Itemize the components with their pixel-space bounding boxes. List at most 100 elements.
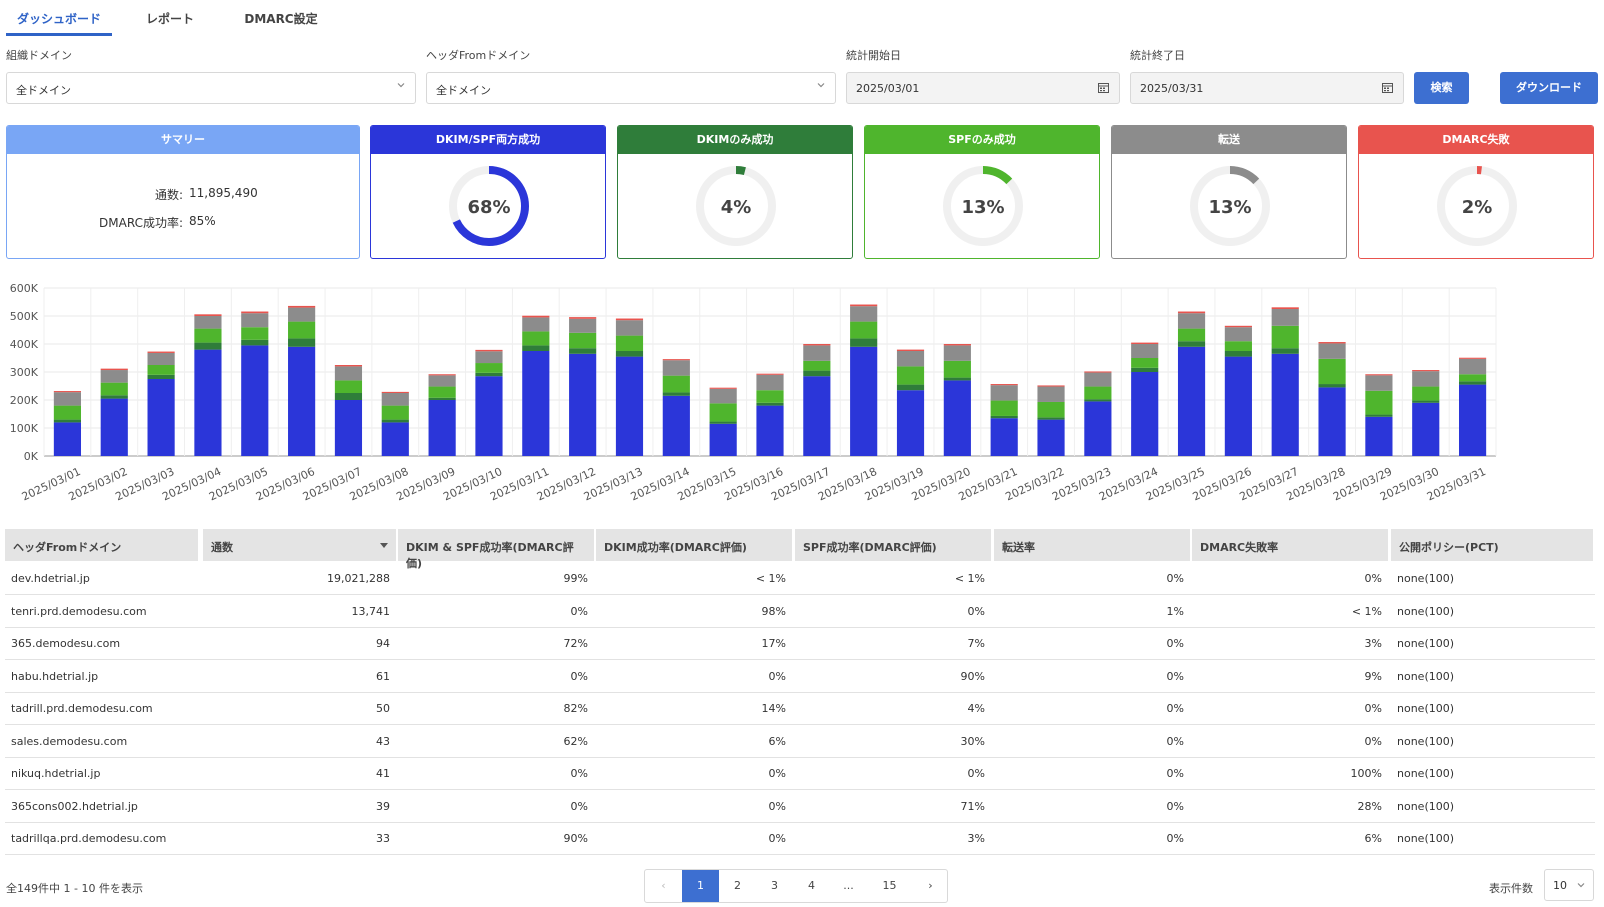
- org-domain-label: 組織ドメイン: [6, 49, 72, 62]
- bar-segment: [241, 339, 269, 346]
- y-tick-label: 500K: [10, 310, 39, 323]
- table-cell: 0%: [1166, 669, 1184, 683]
- bar-segment: [1271, 307, 1299, 309]
- bar-segment: [1412, 386, 1440, 401]
- table-row[interactable]: habu.hdetrial.jp 61 0% 0% 90% 0% 9% none(100): [5, 661, 1595, 693]
- bar-segment: [53, 391, 82, 393]
- prev-page-button[interactable]: ‹: [645, 870, 682, 902]
- table-cell: sales.demodesu.com: [11, 734, 128, 748]
- next-page-button[interactable]: ›: [912, 870, 949, 902]
- table-cell: 0%: [967, 604, 985, 618]
- bar-segment: [896, 351, 925, 367]
- end-date-input[interactable]: 2025/03/31: [1130, 72, 1404, 104]
- bar-segment: [241, 311, 269, 314]
- header-from-domain-select[interactable]: 全ドメイン: [426, 72, 836, 104]
- bar-segment: [1458, 374, 1487, 382]
- table-cell: < 1%: [954, 572, 985, 585]
- table-cell: 28%: [1357, 799, 1382, 813]
- table-cell: 72%: [563, 637, 588, 650]
- table-cell: 7%: [967, 637, 985, 650]
- table-row[interactable]: 365cons002.hdetrial.jp 39 0% 0% 71% 0% 28% none…: [5, 791, 1595, 823]
- column-header[interactable]: 通数: [203, 529, 396, 561]
- bar-segment: [1412, 371, 1440, 387]
- bar-segment: [428, 386, 456, 398]
- bar-segment: [1412, 370, 1440, 372]
- summary-count-value: 11,895,490: [189, 186, 258, 200]
- bar-segment: [1177, 346, 1206, 456]
- bar-segment: [990, 384, 1018, 386]
- bar-segment: [756, 390, 784, 403]
- bar-segment: [1224, 325, 1252, 328]
- search-button[interactable]: 検索: [1414, 72, 1469, 104]
- summary-rate-label: DMARC成功率:: [99, 216, 183, 230]
- table-cell: 3%: [1364, 637, 1382, 650]
- bar-segment: [1365, 414, 1393, 417]
- bar-segment: [850, 338, 878, 347]
- calendar-icon[interactable]: [1098, 82, 1109, 93]
- table-row[interactable]: dev.hdetrial.jp 19,021,288 99% < 1% < 1% 0% 0%…: [5, 563, 1595, 595]
- column-header[interactable]: SPF成功率(DMARC評価): [795, 529, 991, 561]
- bar-segment: [990, 418, 1018, 456]
- column-header[interactable]: 転送率: [994, 529, 1190, 561]
- bar-segment: [522, 315, 550, 318]
- tab-dashboard[interactable]: ダッシュボード: [6, 10, 112, 36]
- bar-segment: [569, 332, 597, 349]
- page-button[interactable]: 3: [756, 870, 793, 902]
- page-button[interactable]: 2: [719, 870, 756, 902]
- table-cell: none(100): [1397, 832, 1455, 845]
- table-row[interactable]: sales.demodesu.com 43 62% 6% 30% 0% 0% none(100…: [5, 726, 1595, 758]
- bar-segment: [1177, 328, 1206, 342]
- table-row[interactable]: nikuq.hdetrial.jp 41 0% 0% 0% 0% 100% none(100): [5, 758, 1595, 790]
- bar-segment: [288, 307, 316, 322]
- start-date-input[interactable]: 2025/03/01: [846, 72, 1120, 104]
- column-header[interactable]: DKIM & SPF成功率(DMARC評価): [398, 529, 594, 570]
- org-domain-value: 全ドメイン: [16, 84, 71, 97]
- bar-segment: [1084, 371, 1112, 373]
- bar-segment: [615, 318, 644, 321]
- table-row[interactable]: tadrill.prd.demodesu.com 50 82% 14% 4% 0% 0% no…: [5, 693, 1595, 725]
- table-cell: 0%: [768, 799, 786, 813]
- table-cell: 0%: [1166, 832, 1184, 845]
- bar-segment: [615, 335, 644, 351]
- bar-segment: [850, 321, 878, 339]
- page-button[interactable]: 1: [682, 870, 719, 902]
- page-button[interactable]: 15: [867, 870, 912, 902]
- page-button[interactable]: 4: [793, 870, 830, 902]
- table-cell: 0%: [1166, 637, 1184, 650]
- bar-segment: [147, 379, 175, 456]
- kpi-title: DMARC失敗: [1359, 126, 1593, 154]
- bar-segment: [288, 338, 316, 347]
- header-from-domain-label: ヘッダFromドメイン: [426, 49, 531, 62]
- column-header[interactable]: DKIM成功率(DMARC評価): [596, 529, 792, 561]
- calendar-icon[interactable]: [1382, 82, 1393, 93]
- bar-segment: [943, 360, 971, 378]
- bar-segment: [990, 385, 1018, 401]
- bar-segment: [1365, 374, 1393, 376]
- bar-segment: [1224, 327, 1252, 342]
- bar-segment: [709, 421, 737, 424]
- bar-segment: [1131, 344, 1159, 358]
- per-page-select[interactable]: 10: [1544, 869, 1594, 901]
- org-domain-select[interactable]: 全ドメイン: [6, 72, 416, 104]
- column-header[interactable]: DMARC失敗率: [1192, 529, 1388, 561]
- kpi-donut: 68%: [449, 166, 529, 246]
- table-row[interactable]: tenri.prd.demodesu.com 13,741 0% 98% 0% 1% < 1…: [5, 596, 1595, 628]
- sort-desc-icon[interactable]: [380, 543, 388, 549]
- bar-segment: [53, 392, 82, 406]
- download-button[interactable]: ダウンロード: [1500, 72, 1598, 104]
- bar-segment: [1177, 313, 1206, 329]
- column-header[interactable]: 公開ポリシー(PCT): [1391, 529, 1593, 561]
- bar-segment: [662, 395, 690, 456]
- bar-segment: [756, 405, 784, 456]
- table-row[interactable]: 365.demodesu.com 94 72% 17% 7% 0% 3% none(100): [5, 628, 1595, 660]
- tab-dmarc-settings[interactable]: DMARC設定: [226, 10, 336, 36]
- table-row[interactable]: tadrillqa.prd.demodesu.com 33 90% 0% 3% 0% 6% n…: [5, 823, 1595, 855]
- column-header[interactable]: ヘッダFromドメイン: [5, 529, 198, 561]
- bar-segment: [1084, 386, 1112, 400]
- bar-segment: [662, 359, 690, 361]
- bar-segment: [569, 348, 597, 354]
- table-cell: 0%: [1166, 767, 1184, 780]
- tab-report[interactable]: レポート: [120, 10, 220, 36]
- bar-segment: [334, 400, 363, 456]
- table-cell: 3%: [967, 832, 985, 845]
